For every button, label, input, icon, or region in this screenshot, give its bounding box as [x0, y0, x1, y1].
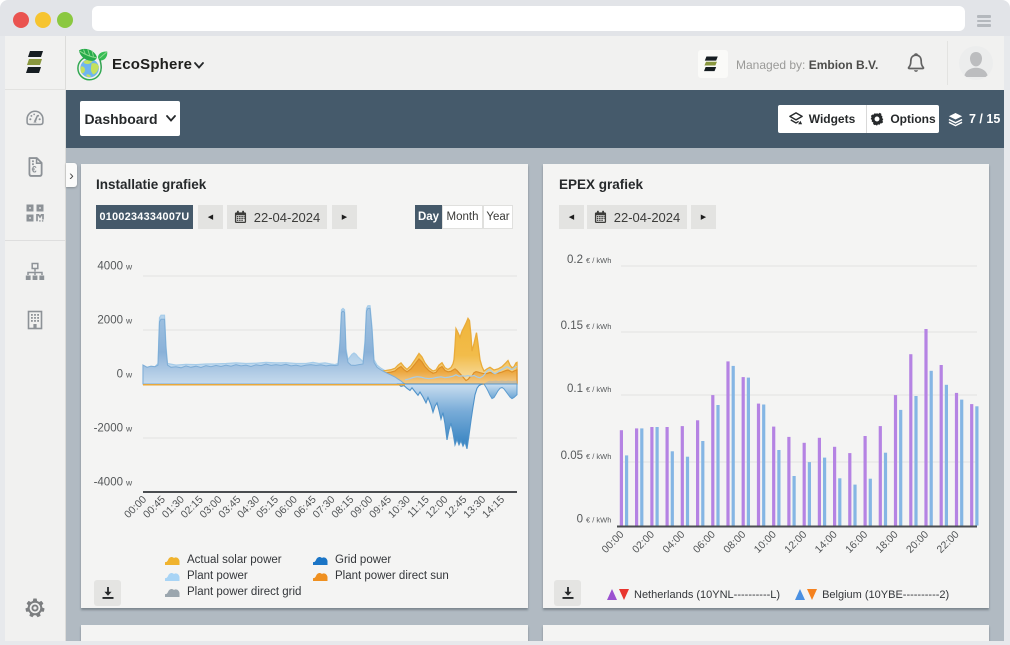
svg-text:16:00: 16:00 [843, 529, 870, 556]
svg-text:0.2: 0.2 [567, 254, 583, 266]
svg-text:0.1: 0.1 [567, 383, 583, 395]
svg-text:€ / kWh: € / kWh [586, 322, 611, 331]
svg-text:-4000: -4000 [94, 477, 123, 489]
svg-text:€: € [32, 164, 37, 174]
svg-text:w: w [125, 478, 133, 488]
svg-text:€ / kWh: € / kWh [586, 452, 611, 461]
svg-text:06:00: 06:00 [691, 529, 718, 556]
svg-text:€ / kWh: € / kWh [586, 516, 611, 525]
svg-text:0: 0 [117, 369, 123, 381]
svg-text:€ / kWh: € / kWh [586, 385, 611, 394]
svg-text:w: w [125, 316, 133, 326]
svg-text:-2000: -2000 [94, 423, 123, 435]
svg-text:4000: 4000 [97, 261, 123, 273]
svg-text:€ / kWh: € / kWh [586, 256, 611, 265]
svg-text:00:00: 00:00 [599, 529, 626, 556]
svg-text:12:00: 12:00 [782, 529, 809, 556]
svg-text:0.05: 0.05 [561, 450, 583, 462]
svg-text:22:00: 22:00 [935, 529, 962, 556]
svg-text:14:15: 14:15 [480, 494, 507, 521]
svg-text:w: w [125, 370, 133, 380]
svg-text:w: w [125, 424, 133, 434]
svg-text:08:00: 08:00 [721, 529, 748, 556]
svg-text:0.15: 0.15 [561, 320, 583, 332]
svg-text:20:00: 20:00 [904, 529, 931, 556]
svg-text:04:00: 04:00 [660, 529, 687, 556]
svg-text:14:00: 14:00 [813, 529, 840, 556]
svg-text:02:00: 02:00 [630, 529, 657, 556]
svg-text:0: 0 [577, 514, 583, 526]
svg-text:2000: 2000 [97, 315, 123, 327]
svg-text:10:00: 10:00 [752, 529, 779, 556]
svg-text:18:00: 18:00 [874, 529, 901, 556]
svg-text:w: w [125, 262, 133, 272]
